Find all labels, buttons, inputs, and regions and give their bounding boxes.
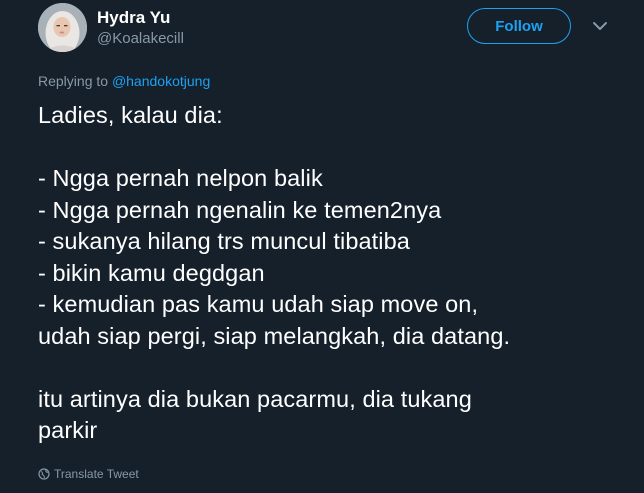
tweet-line: - Ngga pernah ngenalin ke temen2nya: [38, 196, 442, 223]
replying-prefix: Replying to: [38, 73, 112, 89]
user-name[interactable]: Hydra Yu: [97, 7, 170, 29]
tweet-line: - kemudian pas kamu udah siap move on,: [38, 291, 479, 317]
tweet-line: parkir: [38, 417, 98, 443]
tweet-line: Ladies, kalau dia:: [38, 102, 223, 128]
chevron-down-icon[interactable]: [590, 19, 610, 33]
tweet-line: [38, 132, 628, 164]
tweet-line: - Ngga pernah nelpon balik: [38, 165, 323, 191]
globe-icon: [38, 468, 50, 480]
tweet-line: - bikin kamu degdgan: [38, 259, 265, 286]
tweet-line: itu artinya dia bukan pacarmu, dia tukan…: [38, 385, 472, 412]
tweet-line: - sukanya hilang trs muncul tibatiba: [38, 228, 410, 254]
reply-mention-link[interactable]: @handokotjung: [112, 73, 210, 89]
avatar-image: [38, 3, 87, 52]
translate-tweet-link[interactable]: Translate Tweet: [38, 466, 139, 482]
translate-label: Translate Tweet: [54, 467, 139, 481]
user-handle[interactable]: @Koalakecill: [97, 29, 184, 49]
tweet-line: udah siap pergi, siap melangkah, dia dat…: [38, 322, 511, 349]
tweet-card: Hydra Yu @Koalakecill Follow Replying to…: [0, 0, 644, 493]
replying-to: Replying to @handokotjung: [38, 72, 210, 90]
tweet-text: Ladies, kalau dia: - Ngga pernah nelpon …: [38, 100, 628, 447]
follow-button[interactable]: Follow: [467, 8, 571, 44]
tweet-line: [38, 352, 628, 384]
avatar[interactable]: [38, 3, 87, 52]
